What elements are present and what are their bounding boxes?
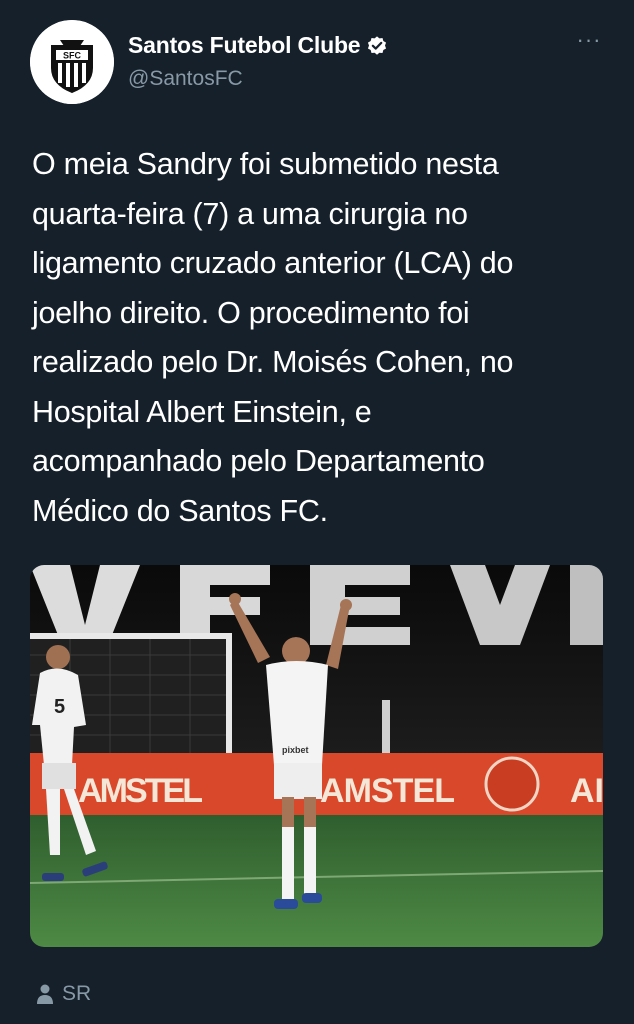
tweet-text: O meia Sandry foi submetido nesta quarta… <box>32 140 612 536</box>
stadium-photo: AMSTEL AMSTEL AI 5 pixbet <box>30 565 603 947</box>
author-handle[interactable]: @SantosFC <box>128 67 388 91</box>
player-number: 5 <box>54 696 65 718</box>
display-name[interactable]: Santos Futebol Clube <box>128 32 361 59</box>
santos-crest-icon: SFC <box>30 20 114 104</box>
tweet-line: Médico do Santos FC. <box>32 493 328 528</box>
tweet-line: realizado pelo Dr. Moisés Cohen, no <box>32 345 514 379</box>
ad-banner-text: AMSTEL <box>78 772 203 810</box>
avatar[interactable]: SFC <box>30 20 114 104</box>
verified-badge-icon <box>368 35 387 55</box>
tweet-line: O meia Sandry foi submetido nesta <box>32 147 499 181</box>
tweet-line: quarta-feira (7) a uma cirurgia no <box>32 196 468 231</box>
tweet-photo[interactable]: AMSTEL AMSTEL AI 5 pixbet <box>30 565 603 947</box>
tweet-line: acompanhado pelo Departamento <box>32 444 485 478</box>
author-names: Santos Futebol Clube @SantosFC <box>128 32 388 91</box>
ad-banner-text: AMSTEL <box>320 772 455 810</box>
more-options-icon[interactable]: ··· <box>574 29 604 51</box>
ad-banner-text: AI <box>570 772 603 810</box>
photo-credit: SR <box>36 982 91 1006</box>
tweet-line: Hospital Albert Einstein, e <box>32 394 372 429</box>
tweet-line: joelho direito. O procedimento foi <box>32 295 470 330</box>
person-icon <box>37 984 53 1004</box>
crest-text: SFC <box>63 51 82 61</box>
tweet-line: ligamento cruzado anterior (LCA) do <box>32 246 514 280</box>
tweet-header: SFC Santos Futebol Clube @SantosFC ··· <box>30 20 610 104</box>
photo-credit-text[interactable]: SR <box>62 982 91 1006</box>
shirt-sponsor-text: pixbet <box>282 745 309 755</box>
